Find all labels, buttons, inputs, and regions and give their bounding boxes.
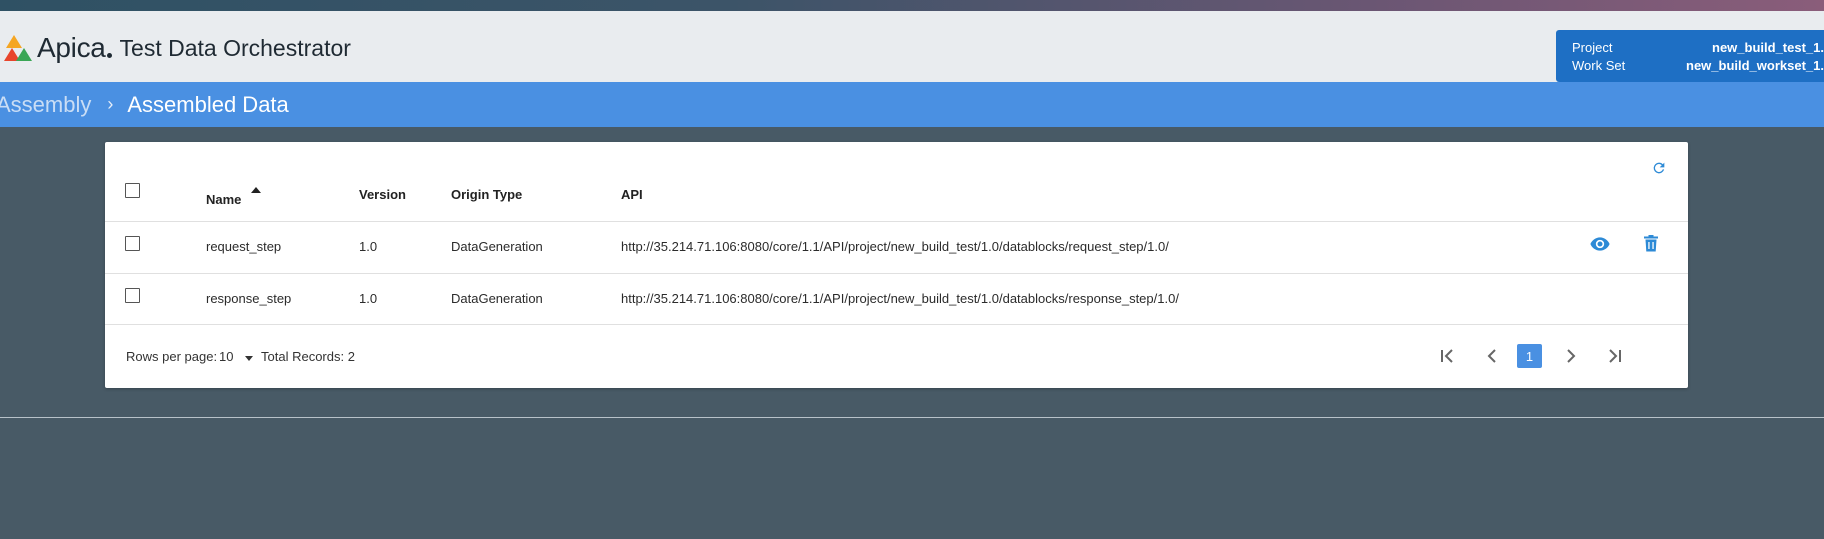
next-page-button[interactable] [1559, 344, 1583, 368]
page-divider [0, 417, 1824, 418]
row-divider [105, 273, 1688, 274]
column-header-api[interactable]: API [621, 187, 643, 202]
column-header-version[interactable]: Version [359, 187, 406, 202]
breadcrumb: Assembly › Assembled Data [0, 82, 1824, 127]
eye-icon[interactable] [1590, 236, 1610, 255]
workset-value: new_build_workset_1. [1686, 58, 1824, 73]
row-checkbox[interactable] [125, 288, 140, 303]
total-records: Total Records: 2 [261, 349, 355, 364]
rows-per-page-select[interactable]: 10 [219, 349, 233, 364]
cell-name: request_step [206, 239, 282, 254]
last-page-button[interactable] [1602, 344, 1626, 368]
refresh-icon[interactable] [1651, 160, 1667, 176]
footer-divider [105, 324, 1688, 325]
brand-name: Apica [37, 32, 106, 63]
cell-api[interactable]: http://35.214.71.106:8080/core/1.1/API/p… [621, 239, 1169, 254]
cell-version: 1.0 [359, 239, 378, 254]
project-info-panel[interactable]: Project new_build_test_1. Work Set new_b… [1556, 30, 1824, 82]
workset-label: Work Set [1572, 58, 1626, 73]
top-accent-strip [0, 0, 1824, 11]
cell-api[interactable]: http://35.214.71.106:8080/core/1.1/API/p… [621, 291, 1179, 306]
trash-icon[interactable] [1644, 235, 1658, 255]
cell-origin-type: DataGeneration [451, 239, 543, 254]
row-checkbox[interactable] [125, 236, 140, 251]
rows-per-page-label: Rows per page: [126, 349, 218, 364]
select-all-checkbox[interactable] [125, 183, 140, 198]
cell-origin-type: DataGeneration [451, 291, 543, 306]
last-page-icon [1609, 349, 1621, 363]
breadcrumb-separator: › [107, 94, 114, 114]
cell-name: response_step [206, 291, 292, 306]
previous-page-button[interactable] [1480, 344, 1504, 368]
app-title: Test Data Orchestrator [119, 34, 351, 61]
workset-row: Work Set new_build_workset_1. [1572, 58, 1824, 73]
breadcrumb-assembly-link[interactable]: Assembly [0, 92, 91, 118]
cell-version: 1.0 [359, 291, 378, 306]
breadcrumb-current: Assembled Data [127, 91, 289, 117]
brand-dot [106, 52, 112, 58]
project-value: new_build_test_1. [1712, 40, 1824, 55]
chevron-right-icon [1567, 349, 1576, 363]
page-1-button[interactable]: 1 [1517, 344, 1542, 368]
project-row: Project new_build_test_1. [1572, 40, 1824, 55]
project-label: Project [1572, 40, 1613, 55]
column-header-name[interactable]: Name [206, 192, 241, 207]
first-page-icon [1441, 349, 1453, 363]
app-header: Apica Test Data Orchestrator Project new… [0, 11, 1824, 82]
column-header-origin-type[interactable]: Origin Type [451, 187, 522, 202]
sort-ascending-icon[interactable] [251, 187, 261, 193]
assembled-data-table-card: Name Version Origin Type API request_ste… [105, 142, 1688, 388]
apica-logo-icon [4, 35, 32, 61]
header-divider [105, 221, 1688, 222]
logo: Apica Test Data Orchestrator [4, 32, 351, 63]
chevron-down-icon[interactable] [245, 356, 253, 361]
first-page-button[interactable] [1436, 344, 1460, 368]
chevron-left-icon [1487, 349, 1496, 363]
